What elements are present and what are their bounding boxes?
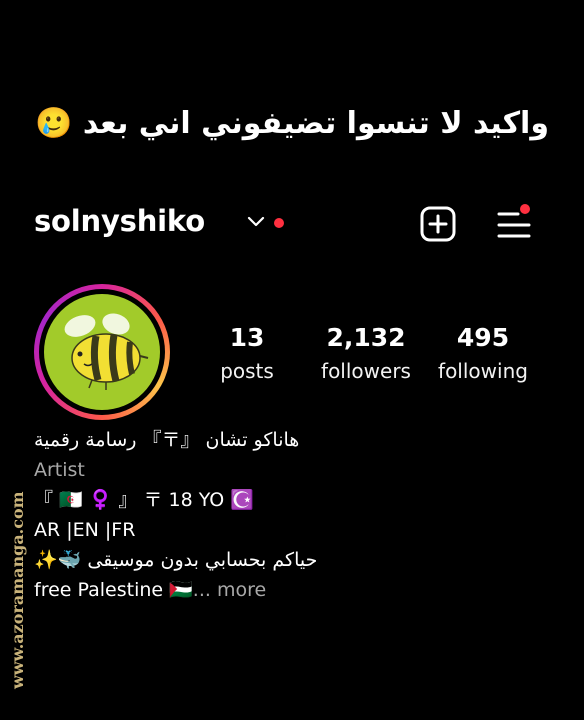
category-label: Artist — [34, 459, 85, 481]
stat-posts[interactable]: 13 posts — [187, 320, 307, 386]
bio-line-4-text: free Palestine 🇵🇸 — [34, 579, 193, 601]
avatar — [44, 294, 160, 410]
menu-notification-dot — [520, 204, 530, 214]
stat-followers[interactable]: 2,132 followers — [306, 320, 426, 386]
display-name: هاناكو تشان 『〒』 رسامة رقمية — [34, 429, 300, 451]
bio-line-3: حياكم بحسابي بدون موسيقى 🐳✨ — [34, 549, 318, 571]
username[interactable]: solnyshiko — [34, 204, 205, 238]
bio: هاناكو تشان 『〒』 رسامة رقمية Artist 『 🇩🇿 … — [34, 425, 554, 605]
bio-line-1: 『 🇩🇿 ♀️ 』 〒 18 YO ☪️ — [34, 489, 254, 511]
stat-following[interactable]: 495 following — [423, 320, 543, 386]
profile-header: solnyshiko — [34, 200, 534, 250]
new-post-icon[interactable] — [420, 206, 456, 242]
story-ring[interactable] — [34, 284, 170, 420]
chevron-down-icon[interactable] — [247, 215, 265, 229]
bee-illustration — [64, 313, 149, 390]
caption-text: واكيد لا تنسوا تضيفوني اني بعد 🥲 — [35, 106, 549, 141]
more-link[interactable]: ... more — [193, 579, 266, 601]
bio-line-2: AR |EN |FR — [34, 519, 136, 541]
watermark: www.azoramanga.com — [8, 491, 27, 689]
notification-dot — [274, 218, 284, 228]
bio-line-4: free Palestine 🇵🇸... more — [34, 575, 554, 605]
